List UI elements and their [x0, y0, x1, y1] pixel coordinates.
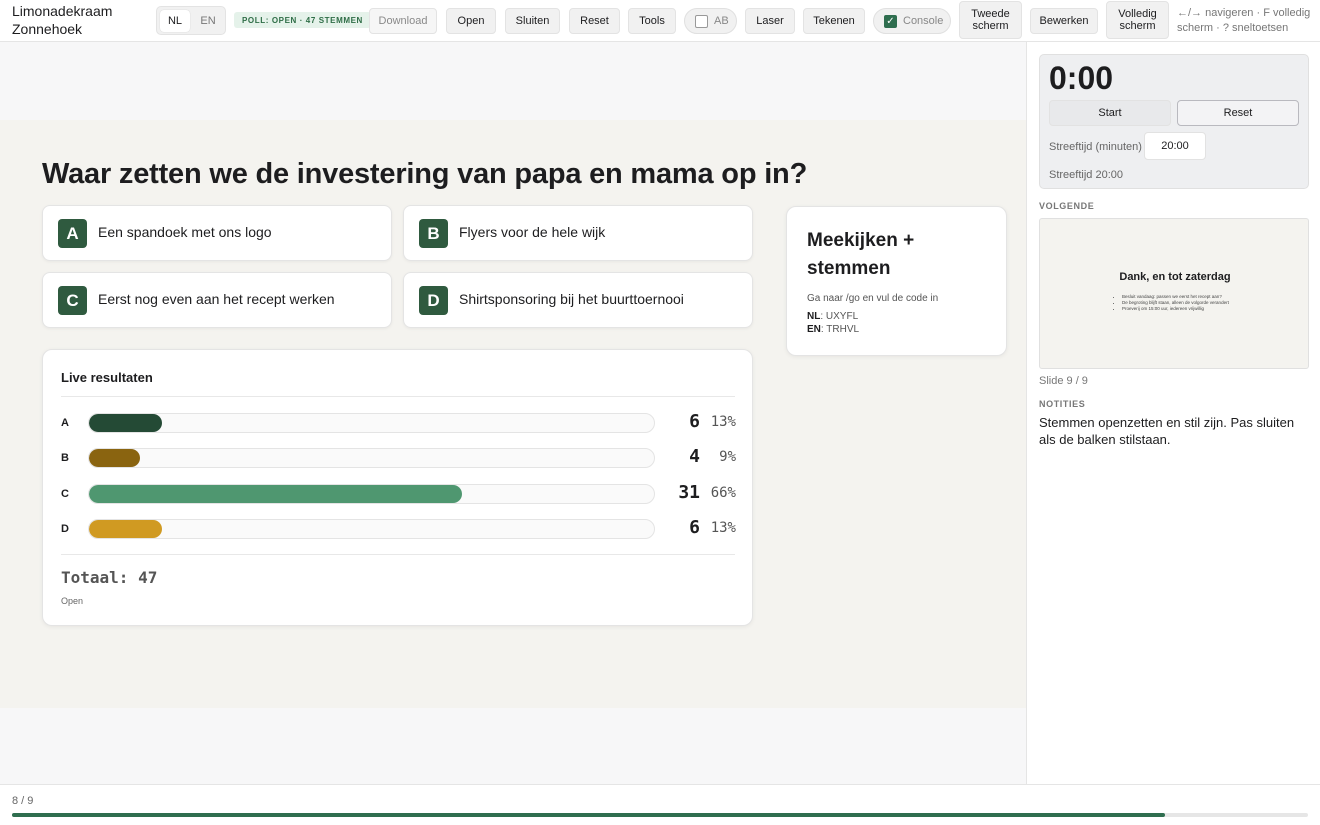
result-bar-fill — [89, 485, 462, 503]
lang-nl-button[interactable]: NL — [160, 10, 190, 32]
poll-status: Open — [61, 596, 84, 606]
option-text: Eerst nog even aan het recept werken — [98, 291, 335, 307]
result-bar-track — [88, 448, 655, 468]
fullscreen-button[interactable]: Volledig scherm — [1106, 1, 1169, 39]
app-title-line1: Limonadekraam — [12, 3, 113, 19]
option-text: Flyers voor de hele wijk — [459, 224, 606, 240]
result-label: C — [61, 488, 69, 500]
keyboard-hint: ←/→ navigeren · F volledig scherm · ? sn… — [1177, 7, 1311, 34]
language-switch: NL EN — [156, 6, 226, 35]
lang-en-button[interactable]: EN — [193, 10, 223, 32]
deck-progress-fill — [12, 813, 1166, 817]
notes-heading: NOTITIES — [1039, 399, 1086, 409]
app-title: Limonadekraam Zonnehoek — [12, 2, 142, 38]
option-text: Shirtsponsoring bij het buurttoernooi — [459, 291, 684, 307]
divider — [61, 554, 735, 555]
option-text: Een spandoek met ons logo — [98, 224, 272, 240]
timer-reset-button[interactable]: Reset — [1177, 100, 1299, 126]
result-label: A — [61, 417, 69, 429]
toolbar: Limonadekraam Zonnehoek NL EN POLL: OPEN… — [0, 0, 1320, 42]
close-poll-button[interactable]: Sluiten — [505, 8, 560, 34]
join-instructions: Ga naar /go en vul de code in — [807, 293, 939, 304]
result-percent: 66% — [710, 485, 736, 501]
option-letter-badge: C — [58, 286, 87, 315]
slide-stage: Waar zetten we de investering van papa e… — [0, 42, 1026, 784]
result-bar-fill — [89, 449, 140, 467]
speaker-notes: Stemmen openzetten en stil zijn. Pas slu… — [1039, 415, 1295, 447]
poll-status-badge: POLL: OPEN · 47 STEMMEN — [234, 12, 371, 28]
result-bar-fill — [89, 520, 163, 538]
reset-poll-button[interactable]: Reset — [569, 8, 620, 34]
preview-title: Dank, en tot zaterdag — [1119, 271, 1231, 283]
join-code-en-value: : TRHVL — [820, 324, 860, 335]
join-code-en: EN: TRHVL — [807, 324, 859, 335]
open-poll-button[interactable]: Open — [446, 8, 496, 34]
download-button[interactable]: Download — [369, 8, 437, 34]
result-label: D — [61, 523, 69, 535]
join-code-nl-value: : UXYFL — [820, 311, 859, 322]
result-bar-track — [88, 519, 655, 539]
slide-number: 8 / 9 — [12, 795, 34, 807]
result-percent: 9% — [719, 449, 736, 465]
target-time-note: Streeftijd 20:00 — [1049, 169, 1123, 181]
join-code-nl: NL: UXYFL — [807, 311, 858, 322]
console-checkbox[interactable]: ✓ — [884, 14, 897, 28]
option-letter-badge: B — [419, 219, 448, 248]
timer-display: 0:00 — [1049, 60, 1114, 96]
join-code-en-label: EN — [807, 324, 821, 335]
deck-progress-track — [12, 813, 1308, 817]
live-results-panel: Live resultaten A 6 13% B 4 9% C 31 66% — [42, 349, 753, 626]
result-row-c: C 31 66% — [61, 482, 736, 504]
console-toggle[interactable]: ✓ Console — [873, 8, 951, 34]
timer-start-button[interactable]: Start — [1049, 100, 1171, 126]
poll-question: Waar zetten we de investering van papa e… — [42, 158, 808, 190]
result-row-d: D 6 13% — [61, 517, 736, 539]
tools-button[interactable]: Tools — [628, 8, 676, 34]
result-percent: 13% — [710, 414, 736, 430]
divider — [61, 396, 735, 397]
second-screen-button[interactable]: Tweede scherm — [959, 1, 1022, 39]
result-bar-track — [88, 413, 655, 433]
draw-button[interactable]: Tekenen — [803, 8, 865, 34]
result-row-b: B 4 9% — [61, 446, 736, 468]
ab-checkbox[interactable] — [695, 14, 708, 28]
presenter-console: 0:00 Start Reset Streeftijd (minuten) 20… — [1026, 42, 1320, 784]
app-title-line2: Zonnehoek — [12, 21, 83, 37]
result-label: B — [61, 452, 69, 464]
result-count: 6 — [689, 517, 700, 538]
target-time-label: Streeftijd (minuten) — [1049, 141, 1142, 153]
join-title: Meekijken + stemmen — [807, 230, 915, 279]
next-heading: VOLGENDE — [1039, 201, 1095, 211]
target-time-input[interactable]: 20:00 — [1144, 132, 1206, 160]
results-total: Totaal: 47 — [61, 568, 158, 587]
result-percent: 13% — [710, 520, 736, 536]
preview-bullets: Besluit vandaag: passen we eerst het rec… — [1118, 294, 1229, 312]
console-label: Console — [903, 15, 944, 27]
option-letter-badge: A — [58, 219, 87, 248]
next-slide-count: Slide 9 / 9 — [1039, 375, 1088, 387]
results-title: Live resultaten — [61, 370, 153, 385]
result-bar-fill — [89, 414, 163, 432]
option-card-b: B Flyers voor de hele wijk — [403, 205, 753, 261]
result-bar-track — [88, 484, 655, 504]
timer-panel: 0:00 Start Reset Streeftijd (minuten) 20… — [1039, 54, 1309, 189]
join-code-nl-label: NL — [807, 311, 821, 322]
footer-bar: 8 / 9 — [0, 784, 1320, 825]
next-slide-preview[interactable]: Dank, en tot zaterdag Besluit vandaag: p… — [1039, 218, 1309, 369]
option-card-c: C Eerst nog even aan het recept werken — [42, 272, 392, 328]
option-card-d: D Shirtsponsoring bij het buurttoernooi — [403, 272, 753, 328]
preview-bullet: Proeverij om 15:00 uur, iedereen vrijwil… — [1122, 306, 1229, 312]
edit-button[interactable]: Bewerken — [1030, 8, 1098, 34]
ab-toggle[interactable]: AB — [684, 8, 737, 34]
ab-label: AB — [714, 15, 729, 27]
join-card: Meekijken + stemmen Ga naar /go en vul d… — [786, 206, 1007, 356]
option-letter-badge: D — [419, 286, 448, 315]
laser-button[interactable]: Laser — [745, 8, 795, 34]
result-count: 31 — [678, 482, 700, 503]
result-count: 6 — [689, 411, 700, 432]
slide: Waar zetten we de investering van papa e… — [0, 120, 1026, 708]
result-row-a: A 6 13% — [61, 411, 736, 433]
option-card-a: A Een spandoek met ons logo — [42, 205, 392, 261]
result-count: 4 — [689, 446, 700, 467]
